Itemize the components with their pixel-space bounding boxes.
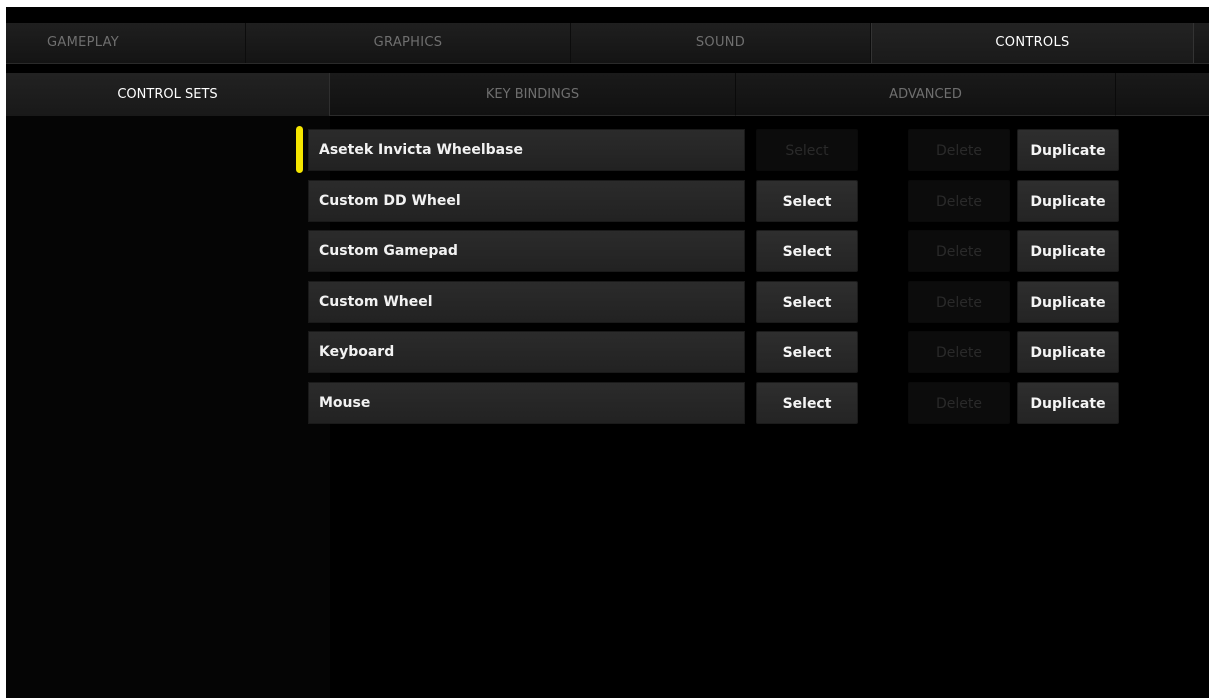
subtab-control-sets[interactable]: CONTROL SETS bbox=[6, 73, 330, 116]
delete-button: Delete bbox=[908, 180, 1010, 222]
delete-button: Delete bbox=[908, 129, 1010, 171]
subtab-advanced[interactable]: ADVANCED bbox=[736, 73, 1116, 116]
tab-sound[interactable]: SOUND bbox=[571, 23, 871, 63]
duplicate-button[interactable]: Duplicate bbox=[1017, 281, 1119, 323]
duplicate-button[interactable]: Duplicate bbox=[1017, 180, 1119, 222]
control-set-row: Custom Gamepad Select Delete Duplicate bbox=[6, 230, 1209, 272]
select-button[interactable]: Select bbox=[756, 180, 858, 222]
duplicate-button[interactable]: Duplicate bbox=[1017, 129, 1119, 171]
control-set-row: Keyboard Select Delete Duplicate bbox=[6, 331, 1209, 373]
control-set-name[interactable]: Custom Gamepad bbox=[308, 230, 745, 272]
delete-button: Delete bbox=[908, 230, 1010, 272]
app-window: GAMEPLAY GRAPHICS SOUND CONTROLS CONTROL… bbox=[6, 7, 1209, 698]
subtab-empty bbox=[1116, 73, 1209, 116]
duplicate-button[interactable]: Duplicate bbox=[1017, 230, 1119, 272]
top-tab-bar: GAMEPLAY GRAPHICS SOUND CONTROLS bbox=[6, 23, 1209, 64]
active-indicator bbox=[296, 126, 303, 173]
delete-button: Delete bbox=[908, 331, 1010, 373]
tab-empty bbox=[1194, 23, 1209, 63]
sub-tab-bar: CONTROL SETS KEY BINDINGS ADVANCED bbox=[6, 73, 1209, 116]
select-button[interactable]: Select bbox=[756, 281, 858, 323]
select-button[interactable]: Select bbox=[756, 331, 858, 373]
control-set-row: Custom Wheel Select Delete Duplicate bbox=[6, 281, 1209, 323]
duplicate-button[interactable]: Duplicate bbox=[1017, 382, 1119, 424]
select-button[interactable]: Select bbox=[756, 382, 858, 424]
duplicate-button[interactable]: Duplicate bbox=[1017, 331, 1119, 373]
tab-gameplay[interactable]: GAMEPLAY bbox=[6, 23, 246, 63]
select-button[interactable]: Select bbox=[756, 230, 858, 272]
subtab-key-bindings[interactable]: KEY BINDINGS bbox=[330, 73, 736, 116]
control-set-name[interactable]: Custom Wheel bbox=[308, 281, 745, 323]
control-set-name[interactable]: Keyboard bbox=[308, 331, 745, 373]
control-set-row: Asetek Invicta Wheelbase Select Delete Dupl… bbox=[6, 126, 1209, 173]
tab-graphics[interactable]: GRAPHICS bbox=[246, 23, 571, 63]
delete-button: Delete bbox=[908, 281, 1010, 323]
control-set-name[interactable]: Mouse bbox=[308, 382, 745, 424]
control-set-name[interactable]: Custom DD Wheel bbox=[308, 180, 745, 222]
delete-button: Delete bbox=[908, 382, 1010, 424]
control-set-row: Mouse Select Delete Duplicate bbox=[6, 382, 1209, 424]
tab-controls[interactable]: CONTROLS bbox=[871, 23, 1194, 63]
select-button: Select bbox=[756, 129, 858, 171]
control-set-name[interactable]: Asetek Invicta Wheelbase bbox=[308, 129, 745, 171]
control-set-row: Custom DD Wheel Select Delete Duplicate bbox=[6, 180, 1209, 222]
